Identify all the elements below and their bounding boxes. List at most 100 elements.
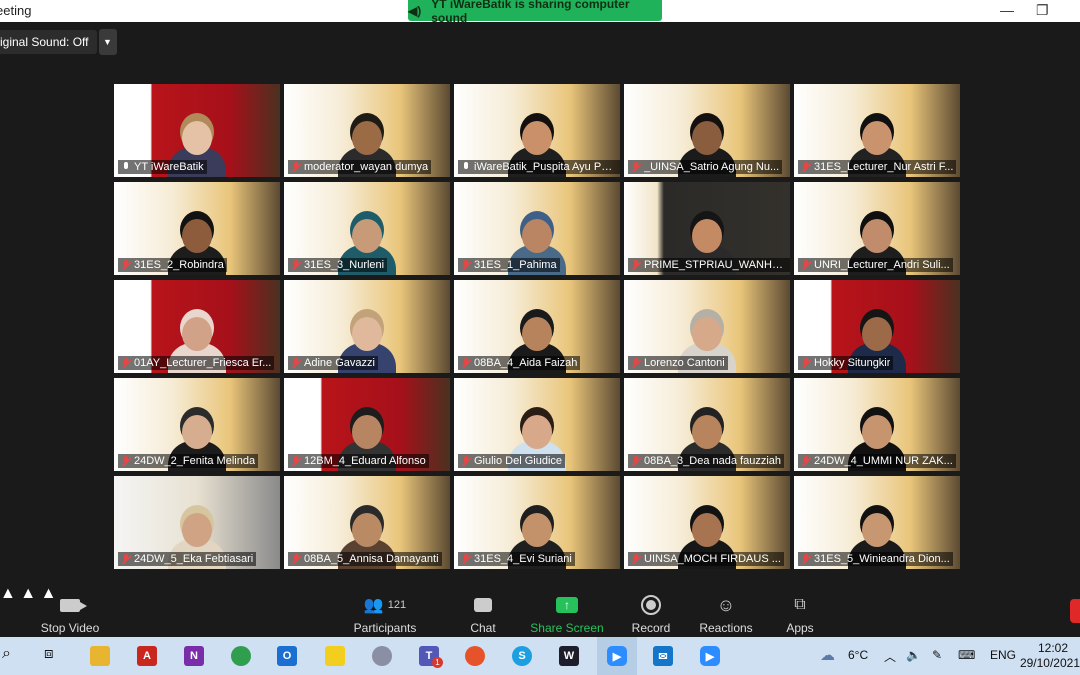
zoom-icon[interactable]: ▶ — [700, 646, 720, 666]
participant-tile[interactable]: iWareBatik_Puspita Ayu Per... — [454, 84, 620, 177]
participant-tile[interactable]: 08BA_5_Annisa Damayanti — [284, 476, 450, 569]
participant-name-tag: 12BM_4_Eduard Alfonso — [288, 454, 429, 468]
participant-name: iWareBatik_Puspita Ayu Per... — [474, 161, 617, 173]
participant-tile[interactable]: 08BA_4_Aida Faizah — [454, 280, 620, 373]
share-screen-label: Share Screen — [530, 621, 604, 635]
participant-tile[interactable]: Hokky Situngkir — [794, 280, 960, 373]
participant-name: 31ES_1_Pahima — [474, 259, 557, 271]
wondershare-icon[interactable]: W — [559, 646, 579, 666]
participant-tile[interactable]: 24DW_5_Eka Febtiasari — [114, 476, 280, 569]
microphone-muted-icon — [121, 357, 131, 369]
firefox-icon[interactable] — [465, 646, 485, 666]
participant-tile[interactable]: 12BM_4_Eduard Alfonso — [284, 378, 450, 471]
participant-name: PRIME_STPRIAU_WANHAR — [644, 259, 787, 271]
snipping-tool-icon[interactable] — [372, 646, 392, 666]
microphone-muted-icon — [631, 455, 641, 467]
participant-tile[interactable]: 31ES_1_Pahima — [454, 182, 620, 275]
apps-icon: ⧉ — [794, 596, 806, 613]
file-explorer-icon[interactable] — [90, 646, 110, 666]
participant-tile[interactable]: UNRI_Lecturer_Andri Suli... — [794, 182, 960, 275]
participant-name-tag: Adine Gavazzi — [288, 356, 378, 370]
maximize-icon[interactable]: ❐ — [1036, 2, 1049, 19]
microphone-muted-icon — [291, 553, 301, 565]
participant-tile[interactable]: moderator_wayan dumya — [284, 84, 450, 177]
participant-name-tag: 24DW_5_Eka Febtiasari — [118, 552, 257, 566]
participant-tile[interactable]: 31ES_4_Evi Suriani — [454, 476, 620, 569]
participant-name: Lorenzo Cantoni — [644, 357, 725, 369]
minimize-icon[interactable]: — — [1000, 2, 1014, 18]
participant-name-tag: 08BA_5_Annisa Damayanti — [288, 552, 442, 566]
chevron-up-icon[interactable]: ▲ — [20, 585, 36, 602]
participant-tile[interactable]: 08BA_3_Dea nada fauzziah — [624, 378, 790, 471]
microphone-muted-icon — [291, 357, 301, 369]
chevron-up-icon[interactable]: ▲ — [0, 585, 16, 602]
cloud-weather-icon[interactable]: ☁ — [820, 646, 835, 664]
participant-tile[interactable]: 31ES_2_Robindra — [114, 182, 280, 275]
mail-icon[interactable]: ✉ — [653, 646, 673, 666]
microphone-muted-icon — [801, 161, 811, 173]
participant-name: 31ES_5_Winieandra Dion... — [814, 553, 950, 565]
participant-name-tag: 31ES_2_Robindra — [118, 258, 227, 272]
end-meeting-button[interactable] — [1070, 599, 1080, 623]
participant-tile[interactable]: UINSA_MOCH FIRDAUS ... — [624, 476, 790, 569]
skype-icon[interactable]: S — [512, 646, 532, 666]
outlook-icon[interactable]: O — [277, 646, 297, 666]
keyboard-icon[interactable]: ⌨ — [958, 648, 975, 662]
original-sound-toggle[interactable]: iginal Sound: Off ▼ — [0, 29, 117, 55]
microphone-muted-icon — [461, 259, 471, 271]
video-camera-icon — [60, 598, 87, 612]
participant-tile[interactable]: Adine Gavazzi — [284, 280, 450, 373]
pdf-reader-icon[interactable]: A — [137, 646, 157, 666]
microphone-icon — [461, 161, 471, 173]
participant-tile[interactable]: 31ES_Lecturer_Nur Astri F... — [794, 84, 960, 177]
participant-name: YT iWareBatik — [134, 161, 204, 173]
microphone-muted-icon — [801, 259, 811, 271]
chat-label: Chat — [470, 621, 496, 635]
task-view-icon[interactable]: ⧈ — [44, 645, 54, 662]
clock[interactable]: 12:02 29/10/2021 — [1020, 641, 1080, 671]
weather-temperature[interactable]: 6°C — [848, 648, 868, 662]
record-label: Record — [631, 621, 671, 635]
participant-tile[interactable]: 31ES_5_Winieandra Dion... — [794, 476, 960, 569]
share-screen-button[interactable]: ↑ Share Screen — [530, 593, 604, 635]
chevron-down-icon[interactable]: ▼ — [98, 29, 117, 55]
participant-tile[interactable]: YT iWareBatik — [114, 84, 280, 177]
sharing-sound-text: YT iWareBatik is sharing computer sound — [431, 0, 630, 25]
participants-button[interactable]: 👥 121 Participants — [352, 593, 418, 635]
participant-tile[interactable]: 31ES_3_Nurleni — [284, 182, 450, 275]
microphone-muted-icon — [291, 259, 301, 271]
stop-video-button[interactable]: Stop Video — [38, 593, 102, 635]
participant-name-tag: UNRI_Lecturer_Andri Suli... — [798, 258, 953, 272]
chrome-icon[interactable] — [231, 646, 251, 666]
search-icon[interactable]: ⌕ — [2, 645, 11, 663]
chat-button[interactable]: Chat — [463, 593, 503, 635]
chevron-up-icon[interactable]: ︿ — [884, 648, 896, 665]
volume-icon[interactable]: 🔈 — [906, 648, 921, 662]
participant-tile[interactable]: 24DW_4_UMMI NUR ZAK... — [794, 378, 960, 471]
participant-name: Adine Gavazzi — [304, 357, 375, 369]
microphone-muted-icon — [121, 259, 131, 271]
microphone-muted-icon — [801, 553, 811, 565]
participant-tile[interactable]: Lorenzo Cantoni — [624, 280, 790, 373]
window-title: eeting — [0, 3, 32, 18]
pen-icon[interactable]: ✎ — [932, 648, 942, 662]
sticky-notes-icon[interactable] — [325, 646, 345, 666]
language-indicator[interactable]: ENG — [990, 648, 1016, 662]
speaker-icon: ◀) — [408, 3, 422, 18]
participant-tile[interactable]: 24DW_2_Fenita Melinda — [114, 378, 280, 471]
record-button[interactable]: Record — [628, 593, 674, 635]
participant-name-tag: moderator_wayan dumya — [288, 160, 432, 174]
participant-tile[interactable]: Giulio Del Giudice — [454, 378, 620, 471]
apps-button[interactable]: ⧉ Apps — [782, 593, 818, 635]
zoom-icon[interactable]: ▶ — [607, 646, 627, 666]
participant-tile[interactable]: _UINSA_Satrio Agung Nu... — [624, 84, 790, 177]
participant-tile[interactable]: 01AY_Lecturer_Friesca Er... — [114, 280, 280, 373]
participant-name-tag: iWareBatik_Puspita Ayu Per... — [458, 160, 620, 174]
microphone-muted-icon — [631, 161, 641, 173]
participant-name: 08BA_5_Annisa Damayanti — [304, 553, 439, 565]
reactions-button[interactable]: ☺ Reactions — [697, 593, 755, 636]
participant-tile[interactable]: PRIME_STPRIAU_WANHAR — [624, 182, 790, 275]
sharing-sound-banner[interactable]: ◀) YT iWareBatik is sharing computer sou… — [408, 0, 662, 25]
original-sound-label[interactable]: iginal Sound: Off — [0, 30, 97, 54]
onenote-icon[interactable]: N — [184, 646, 204, 666]
